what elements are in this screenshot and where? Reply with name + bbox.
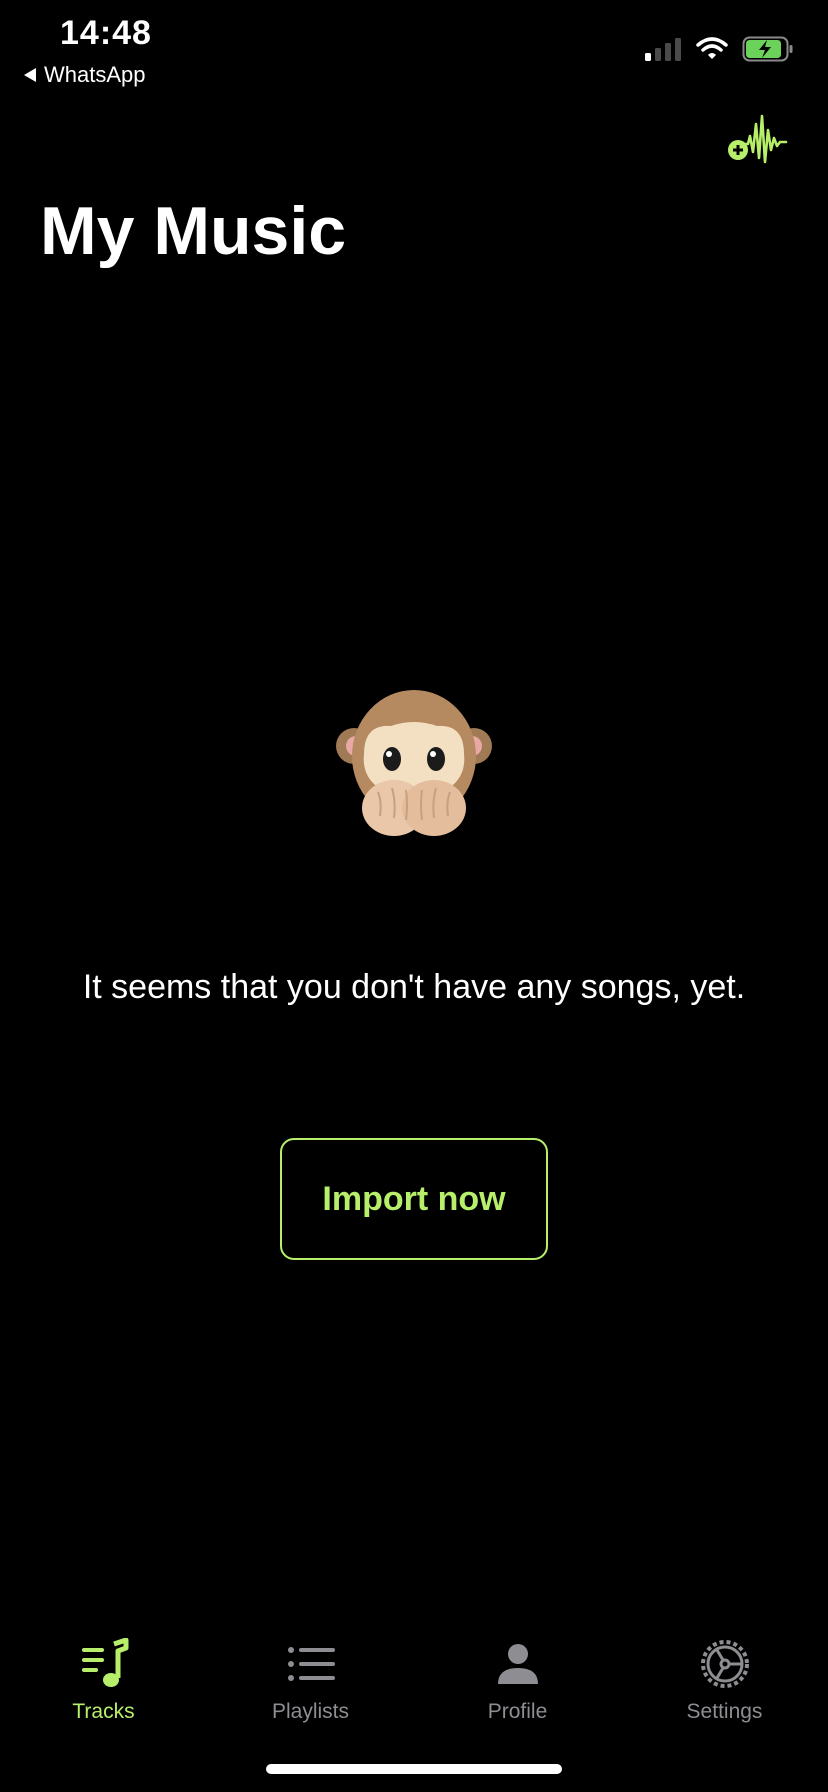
- list-icon: [287, 1647, 335, 1681]
- status-time: 14:48: [60, 14, 152, 52]
- add-audio-waveform-icon: [728, 114, 788, 164]
- back-app-label: WhatsApp: [44, 62, 146, 87]
- tab-tracks[interactable]: Tracks: [0, 1620, 207, 1730]
- status-bar: 14:48 WhatsApp: [0, 0, 828, 100]
- monkey-illustration: [336, 684, 492, 836]
- empty-state-message: It seems that you don't have any songs, …: [82, 968, 746, 1006]
- page-title: My Music: [40, 193, 347, 269]
- import-now-button[interactable]: Import now: [280, 1138, 548, 1260]
- tab-bar: Tracks Playlists Profile Settings: [0, 1620, 828, 1730]
- add-audio-button[interactable]: [726, 112, 788, 168]
- tab-label: Profile: [487, 1700, 548, 1723]
- tab-label: Playlists: [271, 1700, 350, 1723]
- tab-label: Tracks: [72, 1700, 135, 1723]
- cellular-signal-icon: [645, 38, 681, 61]
- home-indicator[interactable]: [266, 1764, 562, 1774]
- tab-label: Settings: [686, 1700, 763, 1723]
- back-to-app-link[interactable]: WhatsApp: [24, 62, 146, 88]
- person-icon: [497, 1644, 538, 1684]
- tab-settings[interactable]: Settings: [621, 1620, 828, 1730]
- wifi-icon: [696, 37, 728, 59]
- status-icons: [644, 36, 794, 62]
- gear-icon: [700, 1640, 749, 1688]
- tab-playlists[interactable]: Playlists: [207, 1620, 414, 1730]
- music-list-icon: [81, 1638, 128, 1687]
- see-no-evil-monkey-icon: [336, 690, 492, 836]
- back-arrow-icon: [24, 68, 36, 82]
- tab-profile[interactable]: Profile: [414, 1620, 621, 1730]
- battery-charging-icon: [742, 36, 793, 62]
